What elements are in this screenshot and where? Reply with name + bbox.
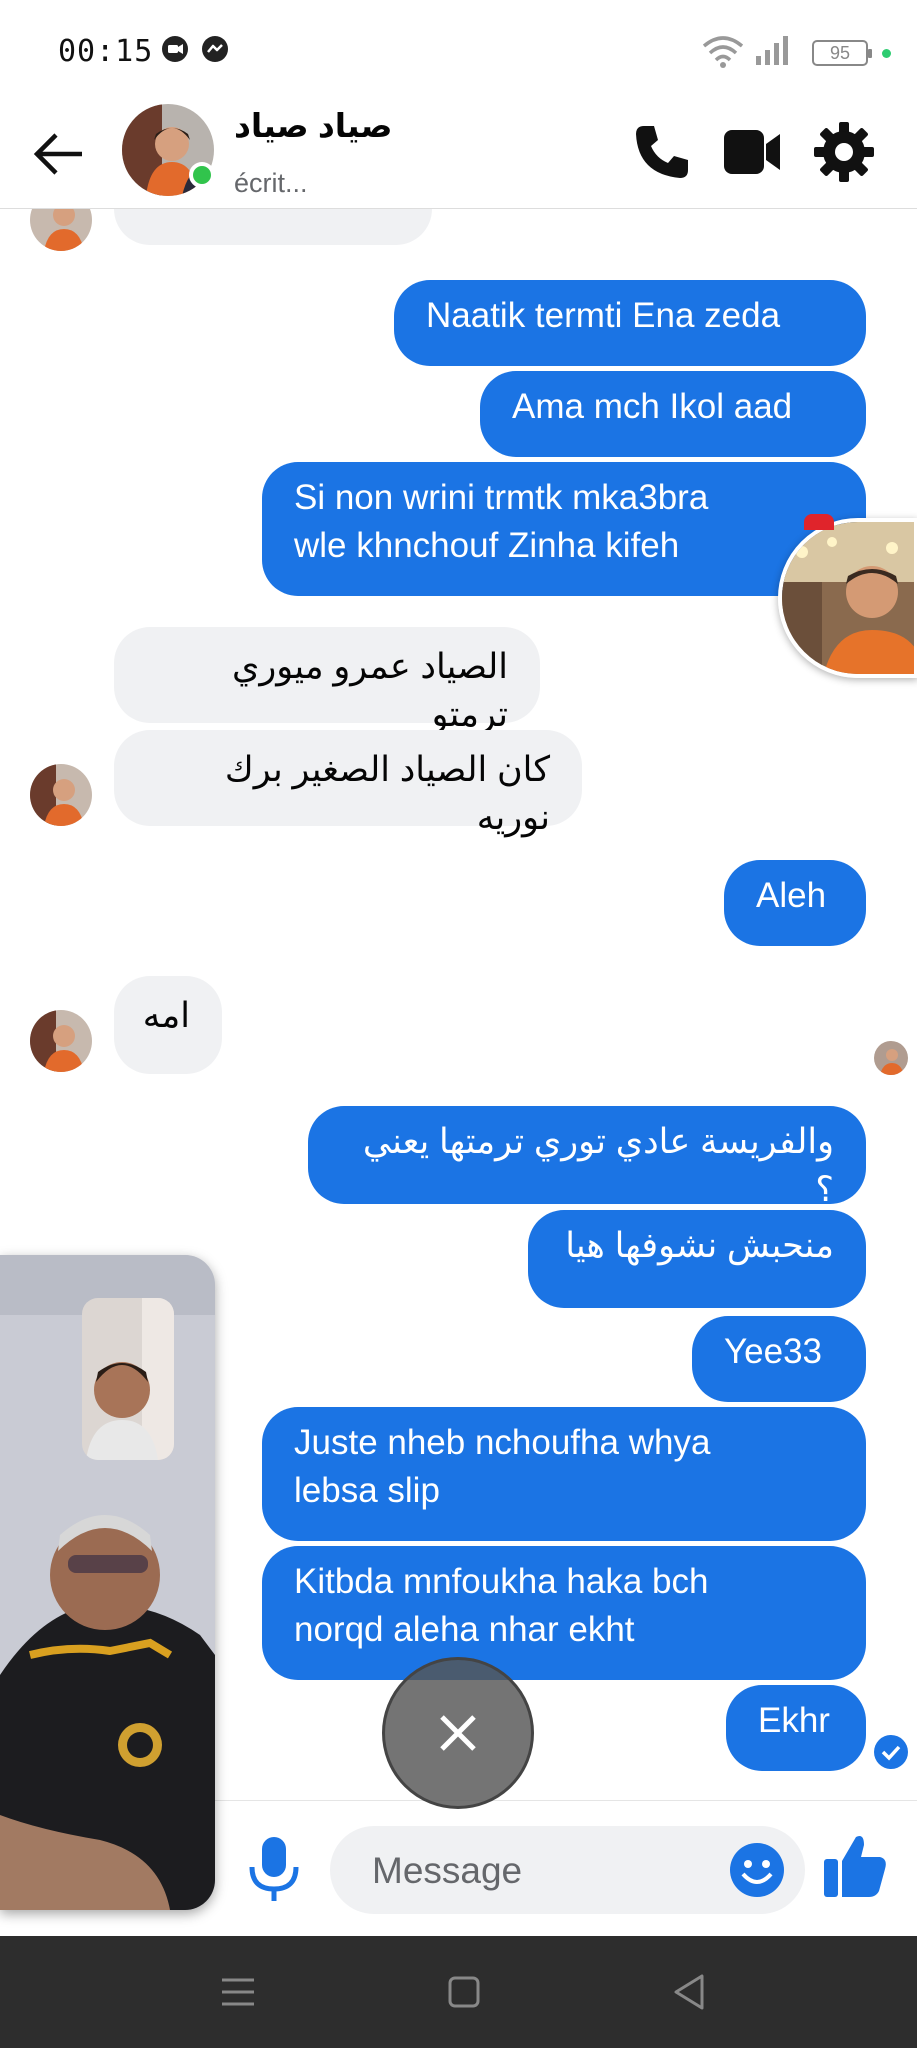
- messenger-status-icon: [202, 36, 228, 62]
- video-camera-icon[interactable]: [720, 120, 784, 184]
- online-status-dot: [189, 162, 215, 188]
- status-time: 00:15: [58, 34, 154, 69]
- message-bubble-outgoing[interactable]: Juste nheb nchoufha whya lebsa slip: [262, 1407, 866, 1541]
- close-icon: [440, 1715, 476, 1751]
- back-arrow-icon[interactable]: [30, 126, 90, 182]
- video-call-window[interactable]: [0, 1255, 215, 1910]
- message-bubble-incoming[interactable]: كان الصياد الصغير برك نوريه: [114, 730, 582, 837]
- message-bubble-outgoing[interactable]: Ama mch Ikol aad: [480, 371, 866, 457]
- message-bubble-truncated[interactable]: [114, 209, 432, 245]
- battery-indicator: 95: [812, 40, 872, 66]
- contact-avatar-small[interactable]: [30, 764, 92, 826]
- wifi-icon: [702, 36, 744, 68]
- message-bubble-outgoing[interactable]: Naatik termti Ena zeda: [394, 280, 866, 366]
- system-navigation-bar: [0, 1936, 917, 2048]
- message-bubble-outgoing[interactable]: والفريسة عادي توري ترمتها يعني ؟: [308, 1106, 866, 1209]
- message-bubble-outgoing[interactable]: Si non wrini trmtk mka3bra wle khnchouf …: [262, 462, 866, 596]
- contact-avatar-small[interactable]: [30, 1010, 92, 1072]
- message-bubble-incoming[interactable]: الصياد عمرو ميوري ترمتو: [114, 627, 540, 734]
- video-status-icon: [162, 36, 188, 62]
- typing-status: écrit...: [234, 168, 308, 198]
- message-input[interactable]: [370, 1826, 714, 1916]
- privacy-indicator-dot: [882, 49, 891, 58]
- thumbs-up-icon[interactable]: [822, 1831, 888, 1901]
- status-bar: 00:15 95: [0, 0, 917, 100]
- contact-name[interactable]: صياد صياد: [234, 106, 393, 145]
- contact-avatar-small[interactable]: [30, 209, 92, 251]
- read-receipt-avatar: [874, 1041, 908, 1075]
- message-bubble-incoming[interactable]: امه: [114, 976, 222, 1074]
- emoji-icon[interactable]: [729, 1842, 785, 1898]
- message-bubble-outgoing[interactable]: Ekhr: [726, 1685, 866, 1771]
- conversation-header: صياد صياد écrit...: [0, 100, 917, 209]
- home-icon[interactable]: [438, 1966, 490, 2018]
- signal-icon: [756, 36, 788, 65]
- live-indicator: [804, 514, 834, 530]
- gear-icon[interactable]: [812, 120, 876, 184]
- back-nav-icon[interactable]: [664, 1966, 716, 2018]
- phone-icon[interactable]: [630, 120, 694, 184]
- self-camera-preview[interactable]: [82, 1298, 174, 1460]
- menu-icon[interactable]: [212, 1966, 264, 2018]
- message-bubble-outgoing[interactable]: Yee33: [692, 1316, 866, 1402]
- message-bubble-outgoing[interactable]: منحبش نشوفها هيا: [528, 1210, 866, 1308]
- message-bubble-outgoing[interactable]: Aleh: [724, 860, 866, 946]
- microphone-icon[interactable]: [244, 1833, 304, 1905]
- sent-check-icon: [874, 1735, 908, 1769]
- message-input-container[interactable]: [330, 1826, 805, 1916]
- message-bubble-outgoing[interactable]: Kitbda mnfoukha haka bch norqd aleha nha…: [262, 1546, 866, 1680]
- end-call-button[interactable]: [382, 1657, 534, 1809]
